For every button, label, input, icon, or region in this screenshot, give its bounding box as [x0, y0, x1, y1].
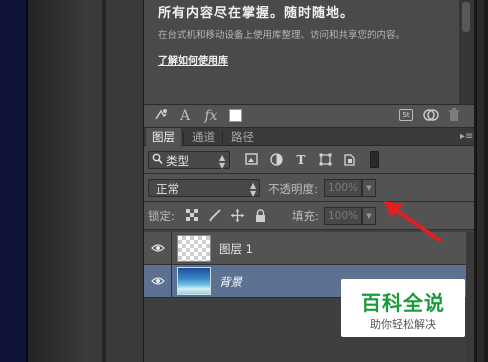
library-headline: 所有内容尽在掌握。随时随地。 — [158, 6, 355, 21]
smart-object-filter-icon[interactable] — [342, 153, 356, 167]
tab-layers[interactable]: 图层 — [146, 128, 181, 146]
adjustment-filter-icon[interactable] — [269, 153, 283, 167]
layer-name[interactable]: 图层 1 — [219, 241, 253, 257]
fill-dropdown-button[interactable]: ▼ — [362, 207, 376, 225]
type-filter-icon[interactable]: T — [294, 153, 308, 167]
library-scrollbar-thumb[interactable] — [462, 2, 470, 32]
color-swatch-icon[interactable] — [229, 109, 242, 122]
eye-icon[interactable] — [151, 243, 165, 253]
trash-icon[interactable] — [447, 107, 461, 125]
tab-divider — [222, 131, 223, 143]
dock-divider — [102, 0, 106, 362]
fill-label: 填充: — [292, 209, 319, 223]
filter-kind-label: 类型 — [166, 154, 189, 168]
shape-filter-icon[interactable] — [318, 153, 332, 167]
lock-transparent-icon[interactable] — [186, 209, 198, 223]
lock-image-icon[interactable] — [209, 209, 221, 223]
lock-all-icon[interactable] — [254, 209, 266, 223]
watermark-subtitle: 助你轻松解决 — [370, 318, 436, 331]
search-icon — [152, 153, 163, 168]
layer-thumbnail-image — [177, 267, 211, 295]
fill-input[interactable]: 100% — [324, 207, 362, 225]
add-graphic-icon[interactable] — [153, 107, 169, 125]
opacity-input[interactable]: 100% — [324, 179, 362, 197]
opacity-label: 不透明度: — [268, 182, 318, 196]
tab-channels[interactable]: 通道 — [186, 128, 221, 146]
library-description: 在台式机和移动设备上使用库整理、访问和共享您的内容。 — [158, 30, 406, 41]
canvas-area — [28, 0, 88, 362]
lock-label: 锁定: — [148, 209, 175, 223]
visibility-column-divider — [171, 232, 172, 298]
annotation-arrow-icon — [383, 201, 441, 242]
library-help-link[interactable]: 了解如何使用库 — [158, 52, 228, 67]
panel-menu-icon[interactable]: ▸≡ — [460, 131, 473, 142]
pixel-filter-icon[interactable] — [244, 153, 258, 167]
watermark-title: 百科全说 — [361, 291, 445, 315]
eye-icon[interactable] — [151, 276, 165, 286]
blend-mode-value: 正常 — [156, 182, 179, 196]
filter-toggle[interactable] — [370, 151, 379, 168]
opacity-dropdown-button[interactable]: ▼ — [362, 179, 376, 197]
layer-thumbnail-transparent — [177, 235, 211, 262]
layer-name[interactable]: 背景 — [219, 274, 242, 290]
character-style-icon[interactable]: A — [178, 107, 192, 125]
tab-paths[interactable]: 路径 — [225, 128, 260, 146]
layers-scrollbar[interactable] — [466, 232, 474, 362]
chevron-updown-icon: ▲ ▼ — [219, 153, 226, 170]
layer-style-icon[interactable]: fx — [202, 107, 220, 125]
chevron-updown-icon: ▲ ▼ — [250, 181, 257, 198]
cloud-sync-icon[interactable] — [422, 107, 440, 125]
side-dock — [88, 0, 144, 362]
background-desktop — [0, 0, 28, 362]
stock-icon[interactable]: St — [399, 109, 413, 121]
tab-divider — [183, 131, 184, 143]
lock-position-icon[interactable] — [231, 209, 244, 223]
window-edge-inner — [476, 0, 484, 362]
